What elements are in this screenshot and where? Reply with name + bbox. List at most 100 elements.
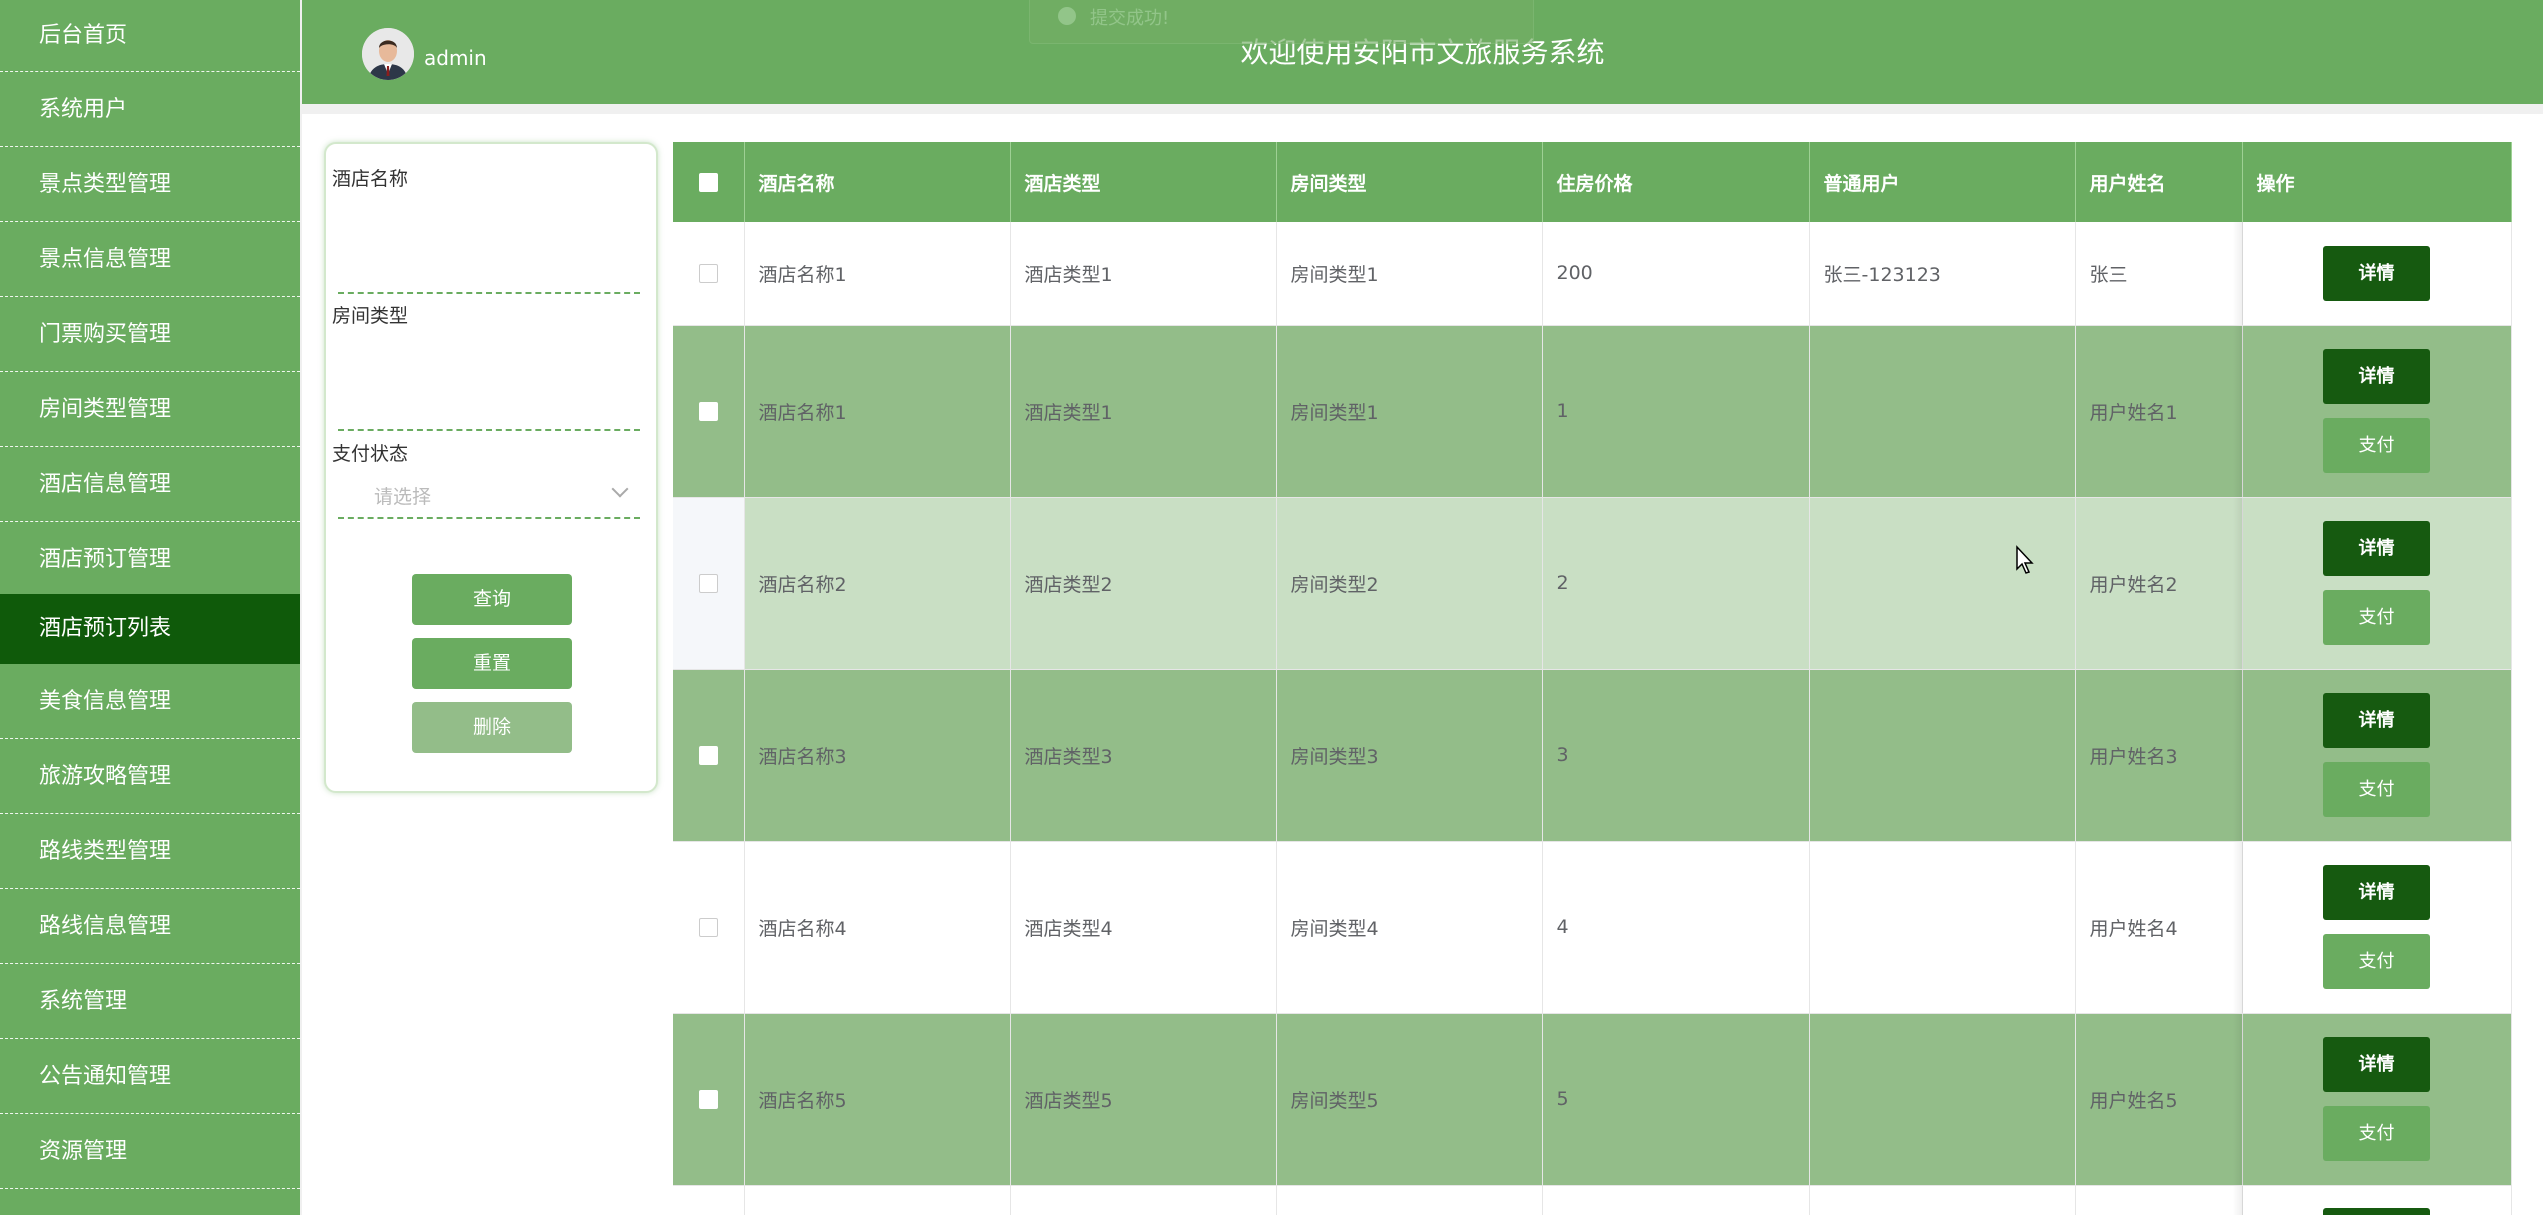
- detail-button[interactable]: 详情: [2323, 521, 2430, 576]
- sidebar-item-ticket[interactable]: 门票购买管理: [0, 297, 300, 372]
- column-header[interactable]: 酒店类型: [1010, 142, 1277, 222]
- row-select-cell: [673, 841, 745, 1014]
- sidebar-item-notice[interactable]: 公告通知管理: [0, 1039, 300, 1114]
- cell-price: 5: [1542, 1013, 1810, 1186]
- sidebar-item-label: 美食信息管理: [39, 689, 172, 714]
- row-checkbox[interactable]: [698, 264, 718, 284]
- cell-hotel-name: 酒店名称5: [744, 1013, 1011, 1186]
- cell-hotel-type: 酒店类型5: [1010, 1013, 1277, 1186]
- row-select-cell: [673, 1013, 745, 1186]
- cell-user: [1809, 497, 2076, 670]
- pay-status-label: 支付状态: [332, 443, 409, 465]
- table-row: 酒店名称1 酒店类型1 房间类型1 200 张三-123123 张三 详情: [673, 222, 2512, 326]
- sidebar-item-hotel-booking[interactable]: 酒店预订管理: [0, 522, 300, 597]
- cell-room-type: 房间类型2: [1276, 497, 1543, 670]
- pay-button[interactable]: 支付: [2323, 934, 2430, 989]
- sidebar-item-route-type[interactable]: 路线类型管理: [0, 814, 300, 889]
- row-checkbox[interactable]: [698, 918, 718, 937]
- detail-button[interactable]: 详情: [2323, 245, 2430, 301]
- select-all-checkbox[interactable]: [698, 173, 718, 192]
- chevron-down-icon: [611, 480, 629, 498]
- sidebar-item-scenic-info[interactable]: 景点信息管理: [0, 222, 300, 297]
- detail-button[interactable]: 详情: [2323, 349, 2430, 404]
- cell-price: 4: [1542, 841, 1810, 1014]
- cell-room-type: 房间类型1: [1276, 222, 1543, 326]
- cell-hotel-type: 酒店类型3: [1010, 669, 1277, 842]
- column-header[interactable]: 房间类型: [1276, 142, 1543, 222]
- detail-button-partial[interactable]: [2323, 1207, 2430, 1215]
- cell-hotel-type: 酒店类型1: [1010, 222, 1277, 326]
- cell-user: [1809, 1013, 2076, 1186]
- table-row: 酒店名称2 酒店类型2 房间类型2 2 用户姓名2 详情 支付: [673, 497, 2512, 670]
- success-toast: 提交成功!: [1029, 0, 1534, 44]
- row-checkbox[interactable]: [698, 574, 718, 593]
- detail-button[interactable]: 详情: [2323, 865, 2430, 920]
- reset-button[interactable]: 重置: [412, 638, 572, 689]
- sidebar-item-resources[interactable]: 资源管理: [0, 1114, 300, 1189]
- sidebar-item-system-users[interactable]: 系统用户: [0, 72, 300, 147]
- column-header[interactable]: 用户姓名: [2075, 142, 2243, 222]
- cell-user: [1809, 669, 2076, 842]
- cell-actions: 详情 支付: [2232, 1013, 2512, 1186]
- cell-empty: [1276, 1185, 1543, 1215]
- column-header[interactable]: 普通用户: [1809, 142, 2076, 222]
- sidebar-item-label: 后台首页: [39, 23, 128, 48]
- sidebar-item-hotel-booking-list[interactable]: 酒店预订列表: [0, 594, 300, 664]
- cell-user: [1809, 325, 2076, 498]
- sidebar-item-food[interactable]: 美食信息管理: [0, 664, 300, 739]
- row-select-cell: [673, 1185, 745, 1215]
- column-fixed-shadow: [2232, 1013, 2243, 1185]
- sidebar-item-label: 酒店信息管理: [39, 472, 172, 497]
- sidebar-item-scenic-type[interactable]: 景点类型管理: [0, 147, 300, 222]
- pay-button[interactable]: 支付: [2323, 418, 2430, 473]
- row-checkbox[interactable]: [698, 746, 718, 765]
- search-panel: 酒店名称 房间类型 支付状态 请选择 查询 重置 删除: [324, 142, 658, 793]
- detail-button[interactable]: 详情: [2323, 1037, 2430, 1092]
- sidebar-item-label: 路线信息管理: [39, 914, 172, 939]
- cell-user-name: 用户姓名3: [2075, 669, 2243, 842]
- cell-empty: [1809, 1185, 2076, 1215]
- row-checkbox[interactable]: [698, 1090, 718, 1109]
- sidebar-item-label: 酒店预订列表: [39, 616, 172, 641]
- delete-button[interactable]: 删除: [412, 702, 572, 753]
- row-checkbox[interactable]: [698, 402, 718, 421]
- cell-price: 2: [1542, 497, 1810, 670]
- pay-status-select[interactable]: 请选择: [338, 477, 640, 517]
- detail-button[interactable]: 详情: [2323, 693, 2430, 748]
- search-button[interactable]: 查询: [412, 574, 572, 625]
- table-row: 酒店名称1 酒店类型1 房间类型1 1 用户姓名1 详情 支付: [673, 325, 2512, 498]
- room-type-label: 房间类型: [332, 305, 409, 327]
- table-row: 酒店名称5 酒店类型5 房间类型5 5 用户姓名5 详情 支付: [673, 1013, 2512, 1186]
- cell-user-name: 张三: [2075, 222, 2243, 326]
- cell-user: [1809, 841, 2076, 1014]
- sidebar-item-room-type[interactable]: 房间类型管理: [0, 372, 300, 447]
- cell-user-name: 用户姓名1: [2075, 325, 2243, 498]
- cell-price: 1: [1542, 325, 1810, 498]
- sidebar-item-route-info[interactable]: 路线信息管理: [0, 889, 300, 964]
- room-type-input[interactable]: [338, 389, 640, 431]
- pay-button[interactable]: 支付: [2323, 590, 2430, 645]
- pay-button[interactable]: 支付: [2323, 1106, 2430, 1161]
- sidebar-item-label: 系统用户: [39, 97, 128, 122]
- sidebar-item-label: 旅游攻略管理: [39, 764, 172, 789]
- column-header[interactable]: 酒店名称: [744, 142, 1011, 222]
- cell-hotel-type: 酒店类型2: [1010, 497, 1277, 670]
- sidebar-item-travel-guide[interactable]: 旅游攻略管理: [0, 739, 300, 814]
- pay-button[interactable]: 支付: [2323, 762, 2430, 817]
- cell-room-type: 房间类型3: [1276, 669, 1543, 842]
- cell-hotel-name: 酒店名称3: [744, 669, 1011, 842]
- column-fixed-shadow: [2232, 497, 2243, 669]
- cell-user-name: 用户姓名4: [2075, 841, 2243, 1014]
- table-row: 酒店名称3 酒店类型3 房间类型3 3 用户姓名3 详情 支付: [673, 669, 2512, 842]
- sidebar-item-label: 资源管理: [39, 1139, 128, 1164]
- cell-price: 200: [1542, 222, 1810, 326]
- sidebar-item-home[interactable]: 后台首页: [0, 0, 300, 72]
- cell-actions: 详情 支付: [2232, 325, 2512, 498]
- column-header[interactable]: 住房价格: [1542, 142, 1810, 222]
- cell-price: 3: [1542, 669, 1810, 842]
- sidebar-item-hotel-info[interactable]: 酒店信息管理: [0, 447, 300, 522]
- table-row: [673, 1185, 2512, 1215]
- sidebar-item-system[interactable]: 系统管理: [0, 964, 300, 1039]
- hotel-name-input[interactable]: [338, 252, 640, 294]
- check-circle-icon: [1058, 7, 1076, 25]
